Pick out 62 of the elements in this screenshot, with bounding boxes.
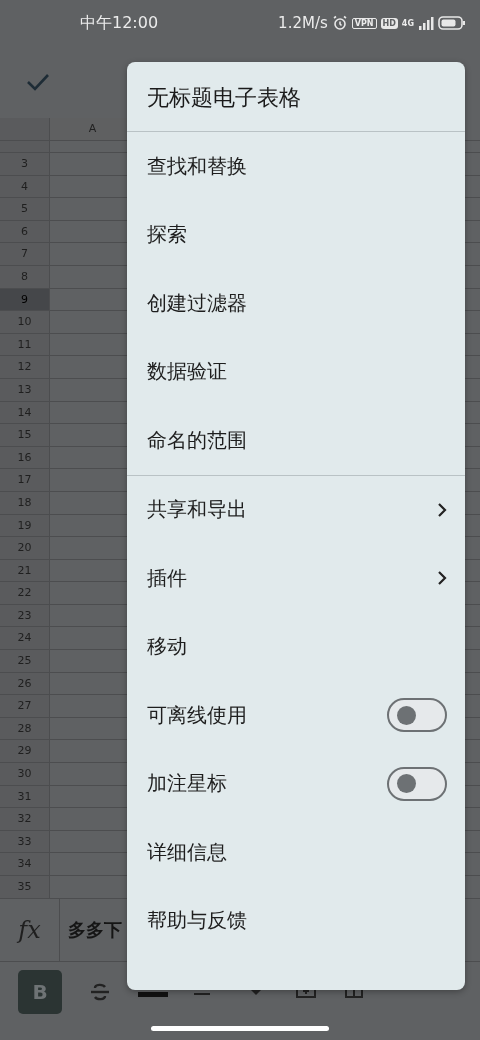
chevron-right-icon xyxy=(437,501,447,518)
vpn-badge: VPN xyxy=(351,17,377,29)
check-icon[interactable] xyxy=(26,72,50,92)
row-header[interactable]: 18 xyxy=(0,491,50,514)
row-header[interactable]: 4 xyxy=(0,175,50,198)
signal-icon xyxy=(418,16,434,30)
hd-badge: HD xyxy=(380,17,398,29)
row-header[interactable]: 14 xyxy=(0,401,50,424)
status-time: 中午12:00 xyxy=(80,12,159,34)
row-header[interactable]: 15 xyxy=(0,424,50,446)
network-type: 4G xyxy=(401,18,414,28)
row-header[interactable]: 6 xyxy=(0,220,50,243)
alarm-icon xyxy=(331,15,348,31)
menu-item[interactable]: 移动 xyxy=(127,612,465,681)
menu-item[interactable]: 创建过滤器 xyxy=(127,269,465,338)
row-header[interactable]: 7 xyxy=(0,243,50,265)
row-header[interactable]: 20 xyxy=(0,537,50,559)
row-header[interactable]: 13 xyxy=(0,378,50,401)
menu-item[interactable]: 帮助与反馈 xyxy=(127,886,465,955)
bold-button[interactable]: B xyxy=(18,970,62,1014)
row-header[interactable]: 22 xyxy=(0,582,50,604)
row-header[interactable]: 23 xyxy=(0,604,50,627)
row-header[interactable]: 3 xyxy=(0,153,50,175)
strikethrough-icon[interactable] xyxy=(88,982,112,1002)
row-header[interactable]: 30 xyxy=(0,763,50,785)
row-header[interactable]: 11 xyxy=(0,333,50,356)
row-header[interactable]: 35 xyxy=(0,876,50,898)
row-header[interactable]: 12 xyxy=(0,356,50,378)
row-header[interactable]: 27 xyxy=(0,695,50,717)
menu-title: 无标题电子表格 xyxy=(146,84,302,112)
menu-item[interactable]: 命名的范围 xyxy=(127,406,465,475)
battery-icon xyxy=(438,16,466,30)
row-header[interactable]: 5 xyxy=(0,198,50,220)
row-header[interactable]: 32 xyxy=(0,808,50,830)
row-header[interactable]: 19 xyxy=(0,514,50,537)
row-header[interactable]: 26 xyxy=(0,672,50,695)
row-header[interactable]: 25 xyxy=(0,650,50,672)
menu-item[interactable]: 探索 xyxy=(127,200,465,269)
chevron-right-icon xyxy=(437,570,447,587)
row-header[interactable]: 31 xyxy=(0,785,50,808)
menu-item[interactable]: 可离线使用 xyxy=(127,681,465,750)
row-header[interactable]: 34 xyxy=(0,853,50,875)
row-header[interactable]: 10 xyxy=(0,311,50,333)
menu-item[interactable]: 加注星标 xyxy=(127,749,465,818)
row-header[interactable]: 17 xyxy=(0,469,50,491)
menu-item[interactable]: 插件 xyxy=(127,544,465,613)
network-speed: 1.2M/s xyxy=(278,14,328,32)
menu-item[interactable]: 数据验证 xyxy=(127,337,465,406)
row-header[interactable]: 16 xyxy=(0,446,50,469)
row-header[interactable]: 9 xyxy=(0,288,50,311)
toggle-switch[interactable] xyxy=(387,698,447,733)
toggle-switch[interactable] xyxy=(387,766,447,801)
row-header[interactable]: 28 xyxy=(0,717,50,740)
row-header[interactable]: 24 xyxy=(0,627,50,650)
function-label: fx xyxy=(0,898,60,962)
menu-item[interactable]: 详细信息 xyxy=(127,818,465,887)
row-header[interactable]: 21 xyxy=(0,559,50,582)
menu-item[interactable]: 共享和导出 xyxy=(127,475,465,544)
row-header[interactable]: 8 xyxy=(0,265,50,288)
row-header[interactable]: 33 xyxy=(0,830,50,853)
row-header[interactable]: 29 xyxy=(0,740,50,763)
formula-value[interactable]: 多多下 xyxy=(60,918,122,942)
